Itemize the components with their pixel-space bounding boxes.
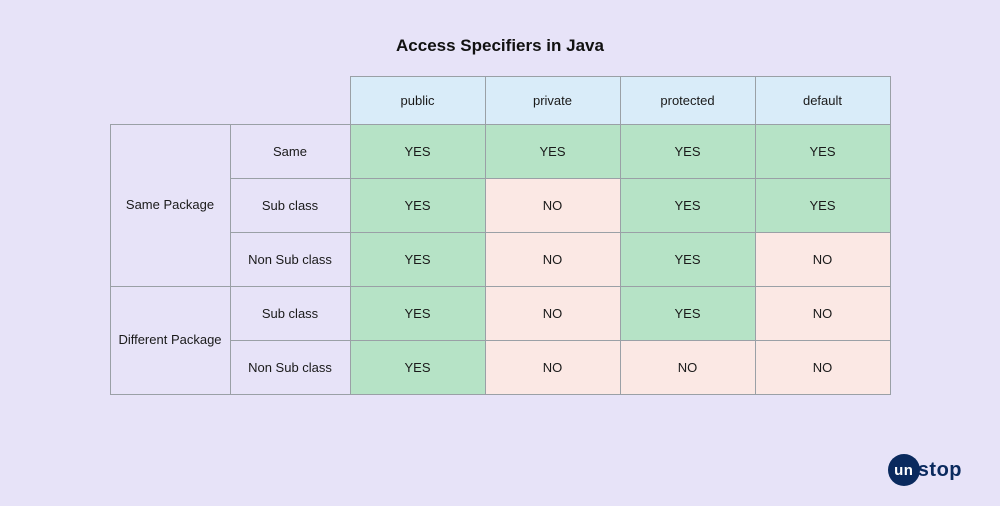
row-group-different-package: Different Package [110, 287, 230, 395]
cell: NO [755, 341, 890, 395]
col-header-default: default [755, 77, 890, 125]
cell: YES [755, 125, 890, 179]
row-label: Sub class [230, 287, 350, 341]
access-specifiers-table: public private protected default Same Pa… [110, 76, 891, 395]
cell: YES [755, 179, 890, 233]
logo-badge: un [888, 454, 920, 486]
row-label: Non Sub class [230, 233, 350, 287]
cell: NO [755, 233, 890, 287]
cell: NO [620, 341, 755, 395]
cell: YES [620, 233, 755, 287]
logo-text: stop [918, 459, 962, 482]
col-header-private: private [485, 77, 620, 125]
cell: YES [485, 125, 620, 179]
col-header-public: public [350, 77, 485, 125]
cell: YES [350, 233, 485, 287]
blank-corner [110, 77, 350, 125]
cell: YES [350, 287, 485, 341]
cell: NO [485, 233, 620, 287]
cell: YES [350, 125, 485, 179]
row-label: Same [230, 125, 350, 179]
cell: YES [350, 179, 485, 233]
cell: NO [485, 179, 620, 233]
cell: NO [485, 341, 620, 395]
unstop-logo: un stop [888, 454, 962, 486]
cell: YES [620, 125, 755, 179]
page-title: Access Specifiers in Java [60, 36, 940, 56]
cell: YES [620, 179, 755, 233]
row-group-same-package: Same Package [110, 125, 230, 287]
col-header-protected: protected [620, 77, 755, 125]
cell: NO [485, 287, 620, 341]
cell: YES [620, 287, 755, 341]
cell: NO [755, 287, 890, 341]
cell: YES [350, 341, 485, 395]
row-label: Non Sub class [230, 341, 350, 395]
row-label: Sub class [230, 179, 350, 233]
table-row: Different Package Sub class YES NO YES N… [110, 287, 890, 341]
table-row: Same Package Same YES YES YES YES [110, 125, 890, 179]
